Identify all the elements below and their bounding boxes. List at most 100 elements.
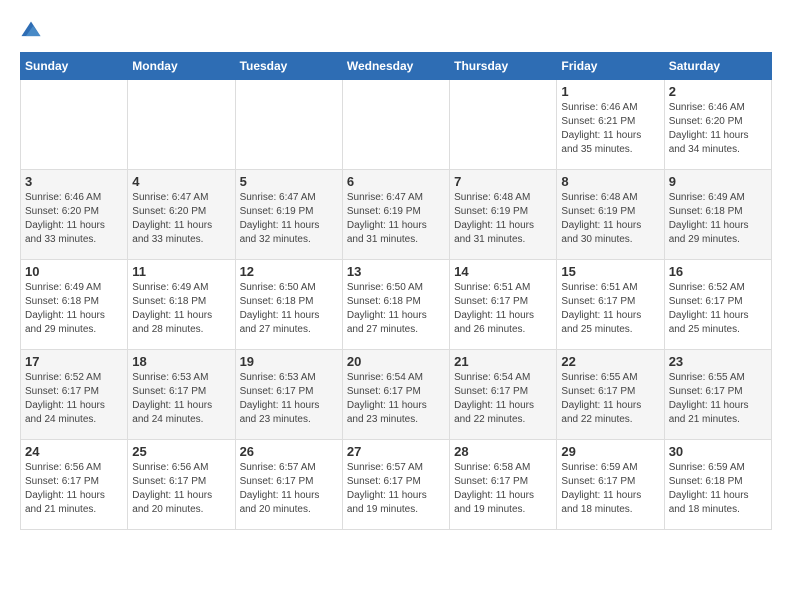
weekday-header-monday: Monday: [128, 53, 235, 80]
calendar-table: SundayMondayTuesdayWednesdayThursdayFrid…: [20, 52, 772, 530]
day-info: Sunrise: 6:50 AM Sunset: 6:18 PM Dayligh…: [347, 281, 445, 337]
calendar-cell: 25 Sunrise: 6:56 AM Sunset: 6:17 PM Dayli…: [128, 440, 235, 530]
calendar-cell: 12 Sunrise: 6:50 AM Sunset: 6:18 PM Dayli…: [235, 260, 342, 350]
calendar-cell: 26 Sunrise: 6:57 AM Sunset: 6:17 PM Dayli…: [235, 440, 342, 530]
day-number: 16: [669, 264, 767, 279]
calendar-cell: 7Sunrise: 6:48 AM Sunset: 6:19 PM Daylig…: [450, 170, 557, 260]
day-number: 30: [669, 444, 767, 459]
weekday-header-saturday: Saturday: [664, 53, 771, 80]
calendar-week-2: 3 Sunrise: 6:46 AM Sunset: 6:20 PM Daylig…: [21, 170, 772, 260]
day-number: 14: [454, 264, 552, 279]
calendar-cell: [342, 80, 449, 170]
calendar-cell: 2Sunrise: 6:46 AM Sunset: 6:20 PM Daylig…: [664, 80, 771, 170]
calendar-cell: 13 Sunrise: 6:50 AM Sunset: 6:18 PM Dayli…: [342, 260, 449, 350]
day-info: Sunrise: 6:52 AM Sunset: 6:17 PM Dayligh…: [669, 281, 767, 337]
day-number: 17: [25, 354, 123, 369]
day-number: 24: [25, 444, 123, 459]
calendar-cell: 6 Sunrise: 6:47 AM Sunset: 6:19 PM Daylig…: [342, 170, 449, 260]
day-info: Sunrise: 6:47 AM Sunset: 6:19 PM Dayligh…: [347, 191, 445, 247]
day-info: Sunrise: 6:53 AM Sunset: 6:17 PM Dayligh…: [132, 371, 230, 427]
day-number: 23: [669, 354, 767, 369]
day-info: Sunrise: 6:57 AM Sunset: 6:17 PM Dayligh…: [240, 461, 338, 517]
calendar-cell: 22Sunrise: 6:55 AM Sunset: 6:17 PM Dayli…: [557, 350, 664, 440]
calendar-week-5: 24 Sunrise: 6:56 AM Sunset: 6:17 PM Dayli…: [21, 440, 772, 530]
day-info: Sunrise: 6:59 AM Sunset: 6:17 PM Dayligh…: [561, 461, 659, 517]
day-number: 5: [240, 174, 338, 189]
day-info: Sunrise: 6:53 AM Sunset: 6:17 PM Dayligh…: [240, 371, 338, 427]
calendar-cell: 28Sunrise: 6:58 AM Sunset: 6:17 PM Dayli…: [450, 440, 557, 530]
calendar-cell: [21, 80, 128, 170]
weekday-header-tuesday: Tuesday: [235, 53, 342, 80]
calendar-cell: 1 Sunrise: 6:46 AM Sunset: 6:21 PM Daylig…: [557, 80, 664, 170]
calendar-week-3: 10 Sunrise: 6:49 AM Sunset: 6:18 PM Dayli…: [21, 260, 772, 350]
day-info: Sunrise: 6:49 AM Sunset: 6:18 PM Dayligh…: [669, 191, 767, 247]
day-number: 26: [240, 444, 338, 459]
day-number: 3: [25, 174, 123, 189]
weekday-header-wednesday: Wednesday: [342, 53, 449, 80]
logo: [20, 20, 46, 42]
calendar-cell: 9 Sunrise: 6:49 AM Sunset: 6:18 PM Daylig…: [664, 170, 771, 260]
day-number: 6: [347, 174, 445, 189]
day-info: Sunrise: 6:46 AM Sunset: 6:21 PM Dayligh…: [561, 101, 659, 157]
day-number: 19: [240, 354, 338, 369]
calendar-cell: 30 Sunrise: 6:59 AM Sunset: 6:18 PM Dayli…: [664, 440, 771, 530]
calendar-week-1: 1 Sunrise: 6:46 AM Sunset: 6:21 PM Daylig…: [21, 80, 772, 170]
calendar-cell: 21Sunrise: 6:54 AM Sunset: 6:17 PM Dayli…: [450, 350, 557, 440]
day-info: Sunrise: 6:54 AM Sunset: 6:17 PM Dayligh…: [347, 371, 445, 427]
calendar-cell: 27 Sunrise: 6:57 AM Sunset: 6:17 PM Dayli…: [342, 440, 449, 530]
weekday-header-thursday: Thursday: [450, 53, 557, 80]
day-number: 9: [669, 174, 767, 189]
day-info: Sunrise: 6:47 AM Sunset: 6:20 PM Dayligh…: [132, 191, 230, 247]
calendar-cell: 10 Sunrise: 6:49 AM Sunset: 6:18 PM Dayli…: [21, 260, 128, 350]
calendar-cell: 5Sunrise: 6:47 AM Sunset: 6:19 PM Daylig…: [235, 170, 342, 260]
day-number: 20: [347, 354, 445, 369]
day-info: Sunrise: 6:48 AM Sunset: 6:19 PM Dayligh…: [561, 191, 659, 247]
logo-icon: [20, 20, 42, 42]
calendar-cell: 11 Sunrise: 6:49 AM Sunset: 6:18 PM Dayli…: [128, 260, 235, 350]
calendar-cell: 14 Sunrise: 6:51 AM Sunset: 6:17 PM Dayli…: [450, 260, 557, 350]
day-number: 12: [240, 264, 338, 279]
page-header: [20, 20, 772, 42]
day-info: Sunrise: 6:52 AM Sunset: 6:17 PM Dayligh…: [25, 371, 123, 427]
day-info: Sunrise: 6:49 AM Sunset: 6:18 PM Dayligh…: [132, 281, 230, 337]
calendar-cell: 24 Sunrise: 6:56 AM Sunset: 6:17 PM Dayli…: [21, 440, 128, 530]
day-number: 11: [132, 264, 230, 279]
day-number: 13: [347, 264, 445, 279]
day-info: Sunrise: 6:51 AM Sunset: 6:17 PM Dayligh…: [561, 281, 659, 337]
calendar-cell: 17 Sunrise: 6:52 AM Sunset: 6:17 PM Dayli…: [21, 350, 128, 440]
day-info: Sunrise: 6:50 AM Sunset: 6:18 PM Dayligh…: [240, 281, 338, 337]
day-number: 10: [25, 264, 123, 279]
day-info: Sunrise: 6:49 AM Sunset: 6:18 PM Dayligh…: [25, 281, 123, 337]
day-info: Sunrise: 6:55 AM Sunset: 6:17 PM Dayligh…: [669, 371, 767, 427]
calendar-cell: 29 Sunrise: 6:59 AM Sunset: 6:17 PM Dayli…: [557, 440, 664, 530]
day-info: Sunrise: 6:54 AM Sunset: 6:17 PM Dayligh…: [454, 371, 552, 427]
day-number: 29: [561, 444, 659, 459]
day-number: 18: [132, 354, 230, 369]
calendar-cell: 19 Sunrise: 6:53 AM Sunset: 6:17 PM Dayli…: [235, 350, 342, 440]
calendar-cell: 3 Sunrise: 6:46 AM Sunset: 6:20 PM Daylig…: [21, 170, 128, 260]
day-number: 2: [669, 84, 767, 99]
calendar-cell: 15Sunrise: 6:51 AM Sunset: 6:17 PM Dayli…: [557, 260, 664, 350]
day-info: Sunrise: 6:46 AM Sunset: 6:20 PM Dayligh…: [25, 191, 123, 247]
day-info: Sunrise: 6:59 AM Sunset: 6:18 PM Dayligh…: [669, 461, 767, 517]
day-info: Sunrise: 6:58 AM Sunset: 6:17 PM Dayligh…: [454, 461, 552, 517]
calendar-cell: 8 Sunrise: 6:48 AM Sunset: 6:19 PM Daylig…: [557, 170, 664, 260]
day-info: Sunrise: 6:51 AM Sunset: 6:17 PM Dayligh…: [454, 281, 552, 337]
day-info: Sunrise: 6:56 AM Sunset: 6:17 PM Dayligh…: [132, 461, 230, 517]
day-info: Sunrise: 6:56 AM Sunset: 6:17 PM Dayligh…: [25, 461, 123, 517]
calendar-cell: [235, 80, 342, 170]
day-number: 8: [561, 174, 659, 189]
weekday-header-friday: Friday: [557, 53, 664, 80]
day-info: Sunrise: 6:57 AM Sunset: 6:17 PM Dayligh…: [347, 461, 445, 517]
day-number: 4: [132, 174, 230, 189]
calendar-cell: [128, 80, 235, 170]
day-number: 25: [132, 444, 230, 459]
day-info: Sunrise: 6:55 AM Sunset: 6:17 PM Dayligh…: [561, 371, 659, 427]
weekday-header-sunday: Sunday: [21, 53, 128, 80]
calendar-cell: 18 Sunrise: 6:53 AM Sunset: 6:17 PM Dayli…: [128, 350, 235, 440]
day-number: 27: [347, 444, 445, 459]
calendar-cell: [450, 80, 557, 170]
calendar-cell: 4 Sunrise: 6:47 AM Sunset: 6:20 PM Daylig…: [128, 170, 235, 260]
calendar-cell: 20 Sunrise: 6:54 AM Sunset: 6:17 PM Dayli…: [342, 350, 449, 440]
day-number: 1: [561, 84, 659, 99]
